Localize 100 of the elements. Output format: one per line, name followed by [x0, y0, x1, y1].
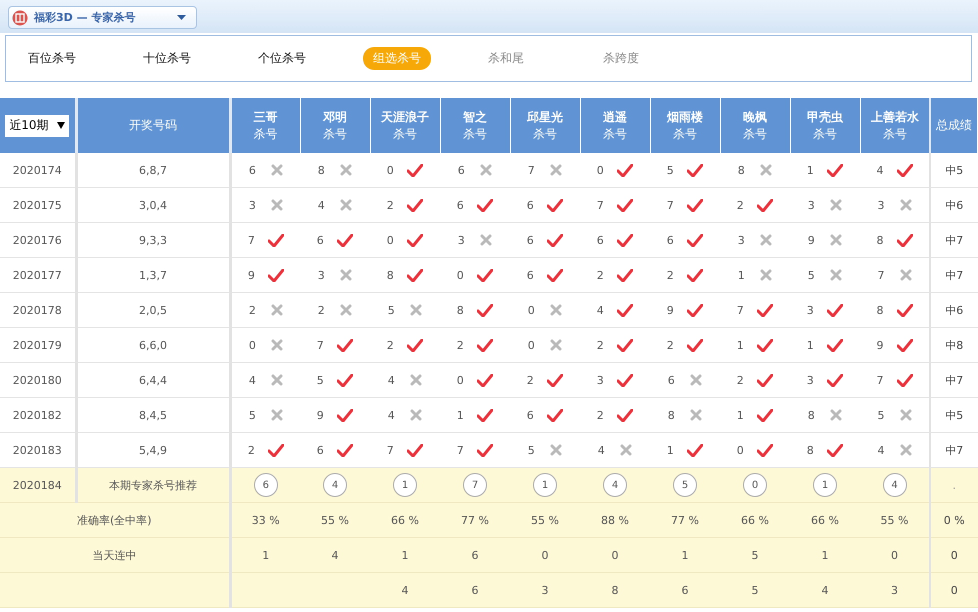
kill-number: 0: [248, 338, 256, 352]
column-header: 总成绩: [936, 118, 972, 132]
kill-number: 5: [388, 304, 395, 316]
table-value: 3: [542, 584, 548, 596]
accuracy-value: 66 %: [811, 514, 839, 526]
kill-number: 8: [386, 268, 394, 282]
kill-number: 0: [456, 374, 464, 386]
kill-number: 8: [318, 164, 325, 176]
number-ball: 1: [393, 473, 417, 497]
period-cell: 2020180: [12, 374, 62, 386]
kill-number: 9: [666, 304, 674, 316]
kill-number: 8: [808, 408, 815, 422]
kill-number: 1: [736, 338, 744, 352]
column-subheader: 杀号: [672, 126, 698, 142]
kill-number: 7: [316, 338, 324, 352]
tab[interactable]: 十位杀号: [133, 47, 201, 70]
accuracy-value: 66 %: [741, 514, 769, 526]
kill-number: 8: [668, 408, 675, 422]
kill-number: 0: [528, 304, 535, 316]
expert-name: 上善若水: [870, 108, 920, 126]
kill-number: 2: [736, 374, 744, 386]
kill-number: 6: [526, 234, 534, 246]
title-dropdown[interactable]: 福彩3D — 专家杀号: [8, 6, 197, 29]
kill-number: 5: [528, 444, 535, 456]
kill-number: 1: [806, 164, 814, 176]
kill-number: 5: [666, 164, 674, 176]
draw-number: 3,0,4: [139, 198, 167, 212]
total-score: 中7: [945, 374, 964, 386]
table-value: 8: [612, 584, 618, 596]
period-cell: 2020177: [12, 268, 62, 282]
total-score: 中8: [945, 338, 964, 352]
streak-value: 0: [542, 548, 548, 562]
kill-number: 5: [808, 268, 815, 282]
kill-number: 5: [248, 408, 256, 422]
number-ball: 1: [813, 473, 837, 497]
caret-icon: [177, 15, 186, 20]
kill-number: 2: [596, 268, 604, 282]
kill-number: 7: [666, 198, 674, 212]
period-cell: 2020178: [12, 304, 62, 316]
kill-number: 2: [386, 198, 394, 212]
streak-value: 0: [612, 548, 618, 562]
kill-number: 3: [806, 304, 814, 316]
total-score: 中7: [945, 444, 964, 456]
kill-number: 3: [318, 268, 325, 282]
draw-number: 6,4,4: [139, 374, 167, 386]
lottery-logo-icon: [12, 10, 28, 26]
kill-number: 0: [736, 444, 744, 456]
kill-number: 3: [878, 198, 884, 212]
kill-number: 4: [318, 198, 325, 212]
table-value: 6: [682, 584, 688, 596]
total-score: 中7: [945, 234, 964, 246]
period-cell: 2020176: [12, 234, 62, 246]
kill-number: 8: [876, 304, 884, 316]
accuracy-value: 55 %: [321, 514, 349, 526]
column-subheader: 杀号: [882, 126, 908, 142]
number-ball: 4: [882, 473, 906, 497]
table-value: 6: [472, 584, 478, 596]
kill-number: 6: [668, 374, 675, 386]
kill-number: 8: [876, 234, 884, 246]
kill-number: 0: [386, 164, 394, 176]
row-label: 当天连中: [92, 548, 136, 562]
period-cell: 2020183: [12, 444, 62, 456]
expert-name: 天涯浪子: [380, 108, 430, 126]
period-select[interactable]: 近10期: [5, 114, 70, 136]
row-label: 本期专家杀号推荐: [109, 478, 197, 492]
kill-number: 7: [596, 198, 604, 212]
kill-number: 6: [526, 198, 534, 212]
kill-number: 7: [736, 304, 744, 316]
kill-number: 9: [808, 234, 815, 246]
expert-name: 邱星光: [526, 108, 564, 126]
kill-number: 2: [526, 374, 534, 386]
streak-value: 4: [332, 548, 338, 562]
column-subheader: 杀号: [532, 126, 558, 142]
draw-number: 8,4,5: [139, 408, 167, 422]
total-score: 中6: [945, 198, 964, 212]
number-ball: 6: [254, 473, 278, 497]
draw-number: 2,0,5: [139, 304, 167, 316]
tab[interactable]: 个位杀号: [248, 47, 316, 70]
total-score: 中6: [945, 304, 964, 316]
accuracy-value: 77 %: [461, 514, 489, 526]
number-ball: 5: [673, 473, 697, 497]
kill-number: 2: [248, 444, 255, 456]
kill-number: 2: [596, 408, 604, 422]
total-score: 0 %: [944, 514, 965, 526]
kill-number: 9: [248, 268, 255, 282]
draw-number: 6,8,7: [139, 164, 167, 176]
expert-name: 甲壳虫: [806, 108, 844, 126]
kill-number: 8: [806, 444, 814, 456]
column-subheader: 杀号: [322, 126, 348, 142]
tab[interactable]: 百位杀号: [18, 47, 86, 70]
streak-value: 0: [891, 548, 898, 562]
kill-number: 8: [738, 164, 745, 176]
kill-number: 1: [666, 444, 674, 456]
kill-number: 3: [596, 374, 604, 386]
kill-number: 2: [666, 338, 674, 352]
kill-number: 1: [738, 268, 745, 282]
kill-number: 4: [598, 444, 605, 456]
kill-number: 6: [596, 234, 604, 246]
kill-number: 0: [596, 164, 604, 176]
table-value: 4: [822, 584, 828, 596]
